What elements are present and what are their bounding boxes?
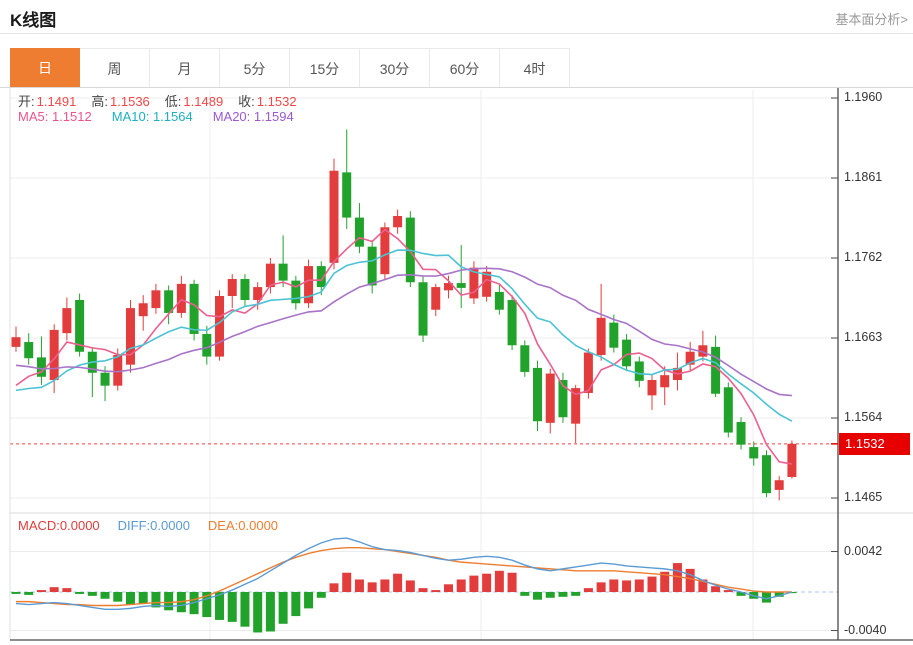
tab-period-0-active[interactable]: 日 (10, 48, 80, 88)
tab-period-2[interactable]: 月 (150, 48, 220, 88)
ma20-label: MA20: (213, 109, 251, 124)
high-label: 高: (91, 94, 108, 109)
macd-tick-label: 0.0042 (844, 544, 882, 558)
tab-period-7[interactable]: 4时 (500, 48, 570, 88)
price-tick-label: 1.1861 (844, 170, 882, 184)
close-value: 1.1532 (257, 94, 297, 109)
ma10-value: 1.1564 (153, 109, 193, 124)
diff-label: DIFF: (118, 518, 151, 533)
grid-layer (10, 90, 913, 640)
price-tick-label: 1.1465 (844, 490, 882, 504)
fundamental-analysis-link[interactable]: 基本面分析> (835, 9, 908, 28)
axis-layer (10, 88, 913, 640)
open-value: 1.1491 (37, 94, 77, 109)
tab-period-1[interactable]: 周 (80, 48, 150, 88)
price-tick-label: 1.1564 (844, 410, 882, 424)
macd-readout: MACD:0.0000 DIFF:0.0000 DEA:0.0000 (18, 518, 278, 533)
macd-tick-label: -0.0040 (844, 623, 886, 637)
dea-value: 0.0000 (238, 518, 278, 533)
tab-period-4[interactable]: 15分 (290, 48, 360, 88)
current-price-box: 1.1532 (839, 433, 910, 455)
ma5-label: MA5: (18, 109, 48, 124)
tab-period-6[interactable]: 60分 (430, 48, 500, 88)
kline-page: K线图 基本面分析> 日周月5分15分30分60分4时 开:1.1491 高:1… (0, 0, 913, 645)
high-value: 1.1536 (110, 94, 150, 109)
open-label: 开: (18, 94, 35, 109)
close-label: 收: (238, 94, 255, 109)
candles-layer (12, 130, 797, 501)
price-tick-label: 1.1663 (844, 330, 882, 344)
tab-period-5[interactable]: 30分 (360, 48, 430, 88)
low-value: 1.1489 (183, 94, 223, 109)
page-title: K线图 (10, 6, 56, 31)
price-tick-label: 1.1960 (844, 90, 882, 104)
chart-svg[interactable] (0, 88, 913, 645)
ma10-label: MA10: (112, 109, 150, 124)
ma-readout: MA5: 1.1512 MA10: 1.1564 MA20: 1.1594 (18, 109, 294, 124)
diff-value: 0.0000 (150, 518, 190, 533)
ma5-value: 1.1512 (52, 109, 92, 124)
dea-label: DEA: (208, 518, 238, 533)
macd-label: MACD: (18, 518, 60, 533)
ma20-value: 1.1594 (254, 109, 294, 124)
ohlc-readout: 开:1.1491 高:1.1536 低:1.1489 收:1.1532 (18, 91, 297, 110)
macd-histogram-layer (12, 563, 797, 632)
tab-period-3[interactable]: 5分 (220, 48, 290, 88)
low-label: 低: (165, 94, 182, 109)
period-tabbar: 日周月5分15分30分60分4时 (10, 48, 570, 88)
title-divider (0, 33, 913, 34)
price-tick-label: 1.1762 (844, 250, 882, 264)
macd-value: 0.0000 (60, 518, 100, 533)
